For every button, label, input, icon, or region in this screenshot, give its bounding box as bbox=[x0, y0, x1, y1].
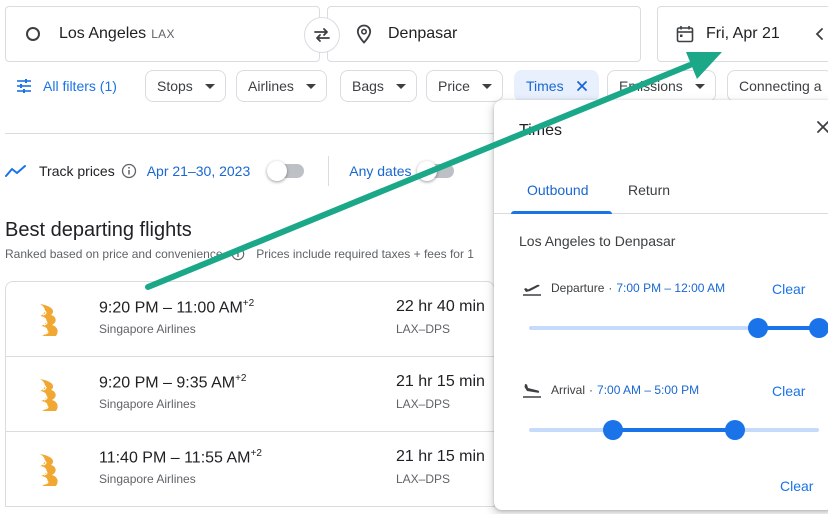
flight-duration: 22 hr 40 min bbox=[396, 298, 485, 315]
toggle-knob bbox=[267, 161, 288, 181]
airline-name: Singapore Airlines bbox=[99, 472, 196, 486]
singapore-airlines-logo-icon bbox=[40, 454, 58, 486]
arrival-slider-fill bbox=[613, 428, 735, 432]
times-filter-chip[interactable]: Times bbox=[514, 70, 599, 102]
chip-label: Bags bbox=[352, 78, 384, 94]
results-subtitle: Ranked based on price and convenience Pr… bbox=[5, 247, 474, 261]
tune-icon bbox=[17, 79, 31, 93]
swap-button[interactable] bbox=[304, 17, 340, 53]
caret-down-icon bbox=[481, 83, 492, 89]
close-icon[interactable] bbox=[576, 80, 588, 92]
tab-return[interactable]: Return bbox=[628, 182, 670, 198]
flight-route: LAX–DPS bbox=[396, 472, 451, 486]
date-text: Fri, Apr 21 bbox=[706, 25, 780, 42]
destination-text: Denpasar bbox=[388, 25, 458, 42]
flight-duration: 21 hr 15 min bbox=[396, 373, 485, 390]
flight-times: 9:20 PM – 9:35 AM+2 bbox=[99, 373, 247, 392]
landing-icon bbox=[523, 384, 541, 398]
track-dates-toggle[interactable] bbox=[267, 161, 305, 181]
all-filters-button[interactable]: All filters (1) bbox=[16, 70, 117, 102]
destination-field[interactable]: Denpasar bbox=[327, 6, 641, 62]
arrival-slider-end-handle[interactable] bbox=[724, 420, 745, 440]
stops-filter-chip[interactable]: Stops bbox=[145, 70, 226, 102]
any-dates-label[interactable]: Any dates bbox=[349, 163, 411, 179]
chevron-left-icon[interactable] bbox=[814, 27, 824, 41]
location-pin-icon bbox=[356, 24, 372, 44]
flight-route: LAX–DPS bbox=[396, 322, 451, 336]
all-filters-label: All filters (1) bbox=[43, 78, 117, 94]
price-filter-chip[interactable]: Price bbox=[426, 70, 503, 102]
arrival-slider-start-handle[interactable] bbox=[603, 420, 624, 440]
departure-range: 7:00 PM – 12:00 AM bbox=[616, 281, 726, 295]
takeoff-icon bbox=[523, 284, 541, 296]
chip-label: Stops bbox=[157, 78, 193, 94]
flight-row[interactable]: 9:20 PM – 11:00 AM+2 Singapore Airlines … bbox=[5, 281, 495, 357]
track-prices-label: Track prices bbox=[39, 163, 115, 179]
tab-indicator bbox=[511, 211, 612, 214]
ranking-note: Ranked based on price and convenience bbox=[5, 247, 223, 261]
departure-slider-start-handle[interactable] bbox=[748, 318, 769, 338]
trend-line-icon bbox=[5, 165, 26, 177]
caret-down-icon bbox=[305, 83, 316, 89]
flight-row[interactable]: 9:20 PM – 9:35 AM+2 Singapore Airlines 2… bbox=[5, 356, 495, 432]
info-icon[interactable] bbox=[231, 247, 245, 261]
connecting-airports-filter-chip[interactable]: Connecting a bbox=[727, 70, 828, 102]
any-dates-toggle[interactable] bbox=[416, 161, 454, 181]
flight-times: 9:20 PM – 11:00 AM+2 bbox=[99, 298, 255, 317]
airline-name: Singapore Airlines bbox=[99, 397, 196, 411]
flight-duration: 21 hr 15 min bbox=[396, 448, 485, 465]
origin-circle-icon bbox=[26, 27, 40, 41]
flight-times: 11:40 PM – 11:55 AM+2 bbox=[99, 448, 262, 467]
divider bbox=[5, 133, 495, 134]
panel-title: Times bbox=[519, 122, 562, 139]
singapore-airlines-logo-icon bbox=[40, 304, 58, 336]
departure-slider-end-handle[interactable] bbox=[809, 318, 828, 338]
chip-label: Times bbox=[526, 78, 564, 94]
origin-code: LAX bbox=[151, 27, 175, 41]
arrival-range: 7:00 AM – 5:00 PM bbox=[597, 383, 700, 397]
vertical-divider bbox=[328, 156, 330, 186]
clear-arrival-button[interactable]: Clear bbox=[772, 383, 805, 399]
taxes-note: Prices include required taxes + fees for… bbox=[256, 247, 474, 261]
flight-route: LAX–DPS bbox=[396, 397, 451, 411]
departure-title: Departure bbox=[551, 281, 605, 295]
arrival-label: Arrival · 7:00 AM – 5:00 PM bbox=[522, 382, 699, 398]
caret-down-icon bbox=[694, 83, 705, 89]
results-heading: Best departing flights bbox=[5, 219, 192, 241]
singapore-airlines-logo-icon bbox=[40, 379, 58, 411]
origin-field[interactable]: Los Angeles LAX bbox=[5, 6, 320, 62]
separator: · bbox=[589, 383, 594, 397]
departure-date-field[interactable]: Fri, Apr 21 bbox=[657, 6, 828, 62]
info-icon[interactable] bbox=[121, 163, 137, 179]
track-prices-bar: Track prices Apr 21–30, 2023 Any dates bbox=[5, 156, 454, 186]
caret-down-icon bbox=[395, 83, 406, 89]
close-icon[interactable] bbox=[816, 120, 828, 134]
flight-row[interactable]: 11:40 PM – 11:55 AM+2 Singapore Airlines… bbox=[5, 431, 495, 507]
departure-label: Departure · 7:00 PM – 12:00 AM bbox=[522, 280, 725, 296]
airlines-filter-chip[interactable]: Airlines bbox=[236, 70, 327, 102]
track-dates[interactable]: Apr 21–30, 2023 bbox=[147, 163, 251, 179]
bags-filter-chip[interactable]: Bags bbox=[340, 70, 417, 102]
tab-outbound[interactable]: Outbound bbox=[527, 182, 589, 198]
panel-route: Los Angeles to Denpasar bbox=[519, 233, 676, 249]
arrival-title: Arrival bbox=[551, 383, 586, 397]
toggle-knob bbox=[416, 161, 437, 181]
emissions-filter-chip[interactable]: Emissions bbox=[607, 70, 716, 102]
separator: · bbox=[608, 281, 613, 295]
chip-label: Price bbox=[438, 78, 470, 94]
calendar-icon bbox=[676, 26, 694, 43]
swap-arrows-icon bbox=[314, 28, 330, 42]
chip-label: Airlines bbox=[248, 78, 294, 94]
times-filter-panel: Times Outbound Return Los Angeles to Den… bbox=[494, 100, 828, 510]
clear-all-button[interactable]: Clear bbox=[780, 478, 813, 494]
airline-name: Singapore Airlines bbox=[99, 322, 196, 336]
origin-text: Los Angeles bbox=[59, 25, 147, 42]
chip-label: Emissions bbox=[619, 78, 683, 94]
departure-slider-track[interactable] bbox=[529, 318, 828, 338]
caret-down-icon bbox=[204, 83, 215, 89]
chip-label: Connecting a bbox=[739, 78, 822, 94]
clear-departure-button[interactable]: Clear bbox=[772, 281, 805, 297]
arrival-slider-track[interactable] bbox=[529, 420, 819, 440]
